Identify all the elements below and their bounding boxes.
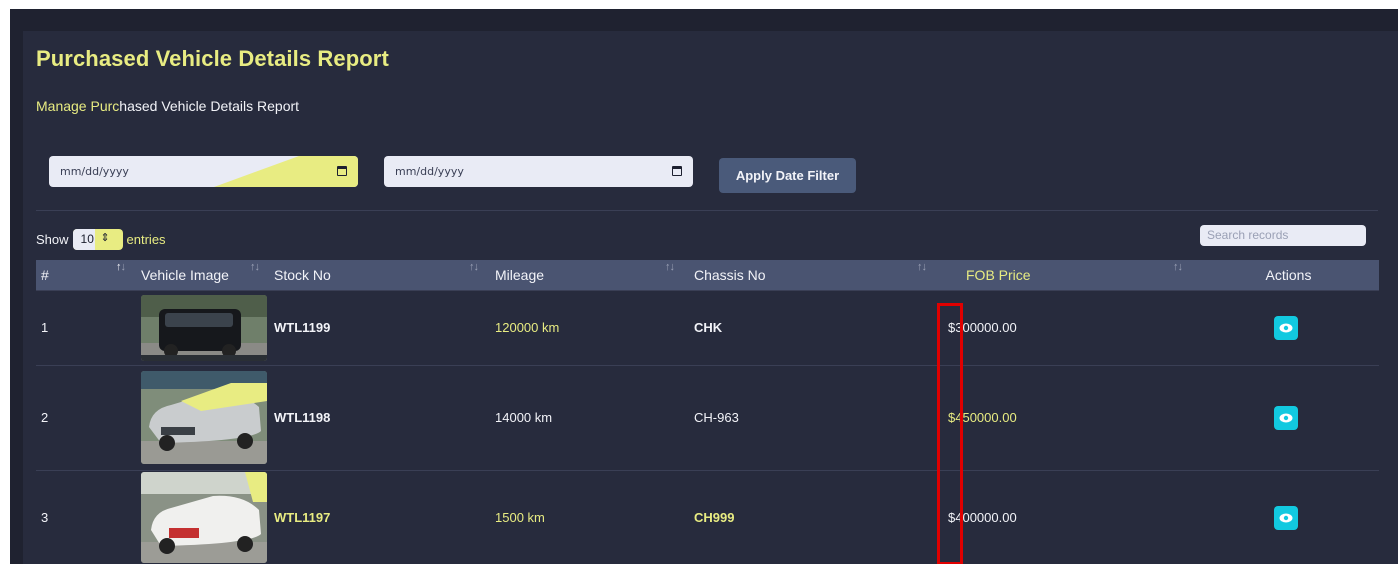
view-button[interactable] [1274,315,1298,340]
table-row[interactable]: 1 WTL1199 120000 km CHK $300000.00 [36,290,1379,365]
actions-cell [1193,365,1379,470]
fob-price: $450000.00 [948,410,1017,425]
end-date-placeholder: mm/dd/yyyy [395,165,464,178]
stock-no: WTL1199 [274,320,331,335]
chassis-no: CHK [694,320,723,335]
sort-arrows-icon: ↑↓ [469,261,479,273]
eye-icon [1279,323,1293,332]
column-header-mileage[interactable]: Mileage ↑↓ [490,260,689,290]
eye-icon [1279,513,1293,523]
fob-price: $300000.00 [948,320,1017,335]
column-header-stock-no[interactable]: Stock No ↑↓ [269,260,490,290]
column-header-number[interactable]: # ↑↓ [36,260,136,290]
table-row[interactable]: 2 WTL1198 14000 km CH-963 $450000.00 [36,365,1379,470]
sort-arrows-icon: ↑↓ [665,261,675,273]
vehicle-thumbnail[interactable] [141,371,267,464]
row-number: 2 [41,410,49,425]
vehicle-image-cell [136,290,269,365]
subtitle-rest: hased Vehicle Details Report [119,98,300,114]
mileage: 1500 km [495,510,545,526]
column-header-chassis-no[interactable]: Chassis No ↑↓ [689,260,943,290]
sort-arrows-icon: ↑↓ [116,261,126,273]
page-subtitle: Manage Purchased Vehicle Details Report [36,98,299,114]
table-header-row: # ↑↓ Vehicle Image ↑↓ Stock No ↑↓ Mileage ↑↓… [36,260,1379,290]
vehicle-table: # ↑↓ Vehicle Image ↑↓ Stock No ↑↓ Mileage ↑↓… [36,260,1379,564]
calendar-icon[interactable] [337,166,347,176]
chassis-no: CH999 [694,510,735,526]
vehicle-image-cell [136,470,269,564]
stock-no: WTL1198 [274,410,331,425]
entries-select[interactable]: 10 ⇕ [72,228,123,250]
mileage: 120000 km [495,320,560,335]
entries-label: entries [126,231,166,247]
search-input[interactable]: Search records [1200,225,1366,246]
divider [36,210,1378,211]
sort-arrows-icon: ↑↓ [250,261,260,273]
stock-no: WTL1197 [274,510,331,526]
app-background: Purchased Vehicle Details Report Manage … [10,9,1398,564]
mileage: 14000 km [495,410,553,425]
view-button[interactable] [1274,405,1298,430]
calendar-icon[interactable] [672,166,682,176]
stepper-arrows-icon: ⇕ [100,231,110,244]
fob-price: $400000.00 [948,510,1017,526]
apply-date-filter-button[interactable]: Apply Date Filter [719,158,856,193]
column-header-actions: Actions [1265,266,1312,283]
subtitle-highlight: Manage Purc [36,98,120,114]
eye-icon [1279,413,1293,422]
column-header-vehicle-image[interactable]: Vehicle Image ↑↓ [136,260,269,290]
show-label: Show [36,231,69,247]
start-date-input[interactable]: mm/dd/yyyy [49,156,358,187]
vehicle-thumbnail[interactable] [141,472,267,564]
entries-length-control: Show 10 ⇕ entries [36,228,166,250]
report-card: Purchased Vehicle Details Report Manage … [23,31,1398,564]
vehicle-thumbnail[interactable] [141,294,267,361]
view-button[interactable] [1274,505,1298,530]
row-number: 1 [41,320,49,335]
entries-value: 10 [80,231,94,246]
end-date-input[interactable]: mm/dd/yyyy [384,156,693,187]
row-number: 3 [41,510,49,526]
column-header-fob-price[interactable]: FOB Price ↑↓ [943,260,1193,290]
vehicle-image-cell [136,365,269,470]
actions-cell [1193,290,1379,365]
chassis-no: CH-963 [694,410,739,425]
sort-arrows-icon: ↑↓ [1173,261,1183,273]
start-date-placeholder: mm/dd/yyyy [60,165,129,178]
sort-arrows-icon: ↑↓ [917,261,927,273]
actions-cell [1193,470,1379,564]
page-title: Purchased Vehicle Details Report [36,46,389,71]
table-row[interactable]: 3 WTL1197 1500 km CH999 $400000.00 [36,470,1379,564]
